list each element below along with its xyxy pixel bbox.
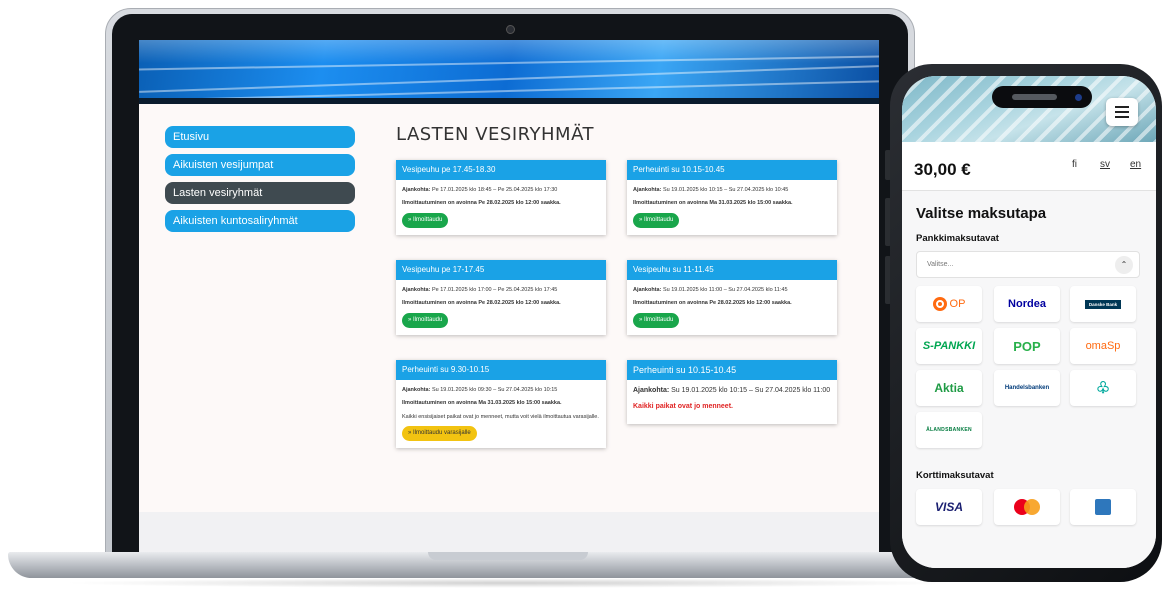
signup-button[interactable]: » Ilmoittaudu	[633, 312, 680, 328]
chevron-up-icon: ⌃	[1115, 256, 1133, 274]
lang-fi[interactable]: fi	[1072, 159, 1077, 170]
screen-bottom-area	[139, 512, 879, 552]
card-title: Vesipeuhu su 11-11.45	[627, 260, 837, 280]
time-label: Ajankohta:	[633, 387, 670, 394]
signup-button[interactable]: » Ilmoittaudu	[402, 212, 449, 228]
time-value: Su 19.01.2025 klo 10:15 – Su 27.04.2025 …	[662, 187, 789, 193]
bank-omasp-label: omaSp	[1085, 340, 1121, 352]
waitlist-note: Kaikki ensisijaiset paikat ovat jo menne…	[402, 413, 599, 420]
signup-info: Ilmoittautuminen on avoinna Pe 28.02.202…	[402, 200, 561, 207]
bank-saastopankki[interactable]: ♧	[1070, 370, 1136, 406]
bank-aktia[interactable]: Aktia	[916, 370, 982, 406]
signup-info: Ilmoittautuminen on avoinna Ma 31.03.202…	[633, 200, 793, 207]
signup-button[interactable]: » Ilmoittaudu	[633, 212, 680, 228]
course-card: Perheuinti su 10.15-10.45 Ajankohta: Su …	[627, 160, 837, 235]
mastercard-logo-icon	[1014, 499, 1040, 515]
time-value: Pe 17.01.2025 klo 17:00 – Pe 25.04.2025 …	[431, 287, 558, 293]
bank-alandsbanken[interactable]: ÅLANDSBANKEN	[916, 412, 982, 448]
page-title: LASTEN VESIRYHMÄT	[396, 124, 594, 145]
signup-info: Ilmoittautuminen on avoinna Ma 31.03.202…	[402, 400, 562, 407]
bank-danske-label: Danske Bank	[1084, 299, 1122, 309]
phone-screen: 30,00 € fi sv en Valitse maksutapa Pankk…	[902, 76, 1156, 568]
laptop-screen: Etusivu Aikuisten vesijumpat Lasten vesi…	[139, 40, 879, 512]
card-visa[interactable]: VISA	[916, 489, 982, 525]
time-value: Su 19.01.2025 klo 09:30 – Su 27.04.2025 …	[431, 387, 558, 393]
signup-info: Ilmoittautuminen on avoinna Pe 28.02.202…	[402, 300, 561, 307]
bank-omasp[interactable]: omaSp	[1070, 328, 1136, 364]
bank-op-label: OP	[949, 298, 966, 310]
nav-item-aikuisten-kuntosaliryhmat[interactable]: Aikuisten kuntosaliryhmät	[165, 210, 355, 232]
bank-nordea[interactable]: Nordea	[994, 286, 1060, 322]
lang-sv[interactable]: sv	[1100, 159, 1110, 170]
bank-op[interactable]: OP	[916, 286, 982, 322]
course-card: Vesipeuhu pe 17-17.45 Ajankohta: Pe 17.0…	[396, 260, 606, 335]
signup-button[interactable]: » Ilmoittaudu	[402, 312, 449, 328]
course-card: Perheuinti su 10.15-10.45 Ajankohta: Su …	[627, 360, 837, 424]
card-title: Perheuinti su 10.15-10.45	[627, 160, 837, 180]
card-title: Perheuinti su 9.30-10.15	[396, 360, 606, 380]
course-card: Vesipeuhu pe 17.45-18.30 Ajankohta: Pe 1…	[396, 160, 606, 235]
bank-select[interactable]: Valitse... ⌃	[916, 251, 1140, 278]
hamburger-menu-icon[interactable]	[1106, 98, 1138, 126]
time-value: Pe 17.01.2025 klo 18:45 – Pe 25.04.2025 …	[431, 187, 558, 193]
laptop-camera	[506, 25, 515, 34]
card-methods-heading: Korttimaksutavat	[916, 470, 994, 481]
time-label: Ajankohta:	[402, 187, 431, 193]
sidebar-nav: Etusivu Aikuisten vesijumpat Lasten vesi…	[165, 126, 355, 238]
time-value: Su 19.01.2025 klo 11:00 – Su 27.04.2025 …	[662, 287, 788, 293]
card-amex[interactable]	[1070, 489, 1136, 525]
nav-item-lasten-vesiryhmat[interactable]: Lasten vesiryhmät	[165, 182, 355, 204]
nav-item-aikuisten-vesijumpat[interactable]: Aikuisten vesijumpat	[165, 154, 355, 176]
amex-logo-icon	[1095, 499, 1111, 515]
full-notice: Kaikki paikat ovat jo menneet.	[633, 402, 733, 410]
time-label: Ajankohta:	[402, 387, 431, 393]
bank-pop[interactable]: POP	[994, 328, 1060, 364]
pool-banner	[139, 40, 879, 102]
card-title: Vesipeuhu pe 17-17.45	[396, 260, 606, 280]
bank-aktia-label: Aktia	[934, 381, 964, 395]
bank-handelsbanken[interactable]: Handelsbanken	[994, 370, 1060, 406]
bank-spankki-label: S-PANKKI	[922, 340, 976, 352]
card-mastercard[interactable]	[994, 489, 1060, 525]
lang-en[interactable]: en	[1130, 159, 1141, 170]
op-logo-icon	[932, 297, 947, 311]
saastopankki-logo-icon: ♧	[1095, 380, 1111, 397]
banner-stripe	[139, 98, 879, 104]
bank-alandsbanken-label: ÅLANDSBANKEN	[926, 427, 972, 433]
bank-spankki[interactable]: S-PANKKI	[916, 328, 982, 364]
bank-nordea-label: Nordea	[1008, 298, 1046, 310]
dynamic-island	[992, 86, 1092, 108]
time-label: Ajankohta:	[633, 287, 662, 293]
course-card: Perheuinti su 9.30-10.15 Ajankohta: Su 1…	[396, 360, 606, 448]
bank-handelsbanken-label: Handelsbanken	[1004, 385, 1050, 391]
time-value: Su 19.01.2025 klo 10:15 – Su 27.04.2025 …	[671, 387, 831, 394]
waitlist-button[interactable]: » Ilmoittaudu varasijalle	[402, 425, 477, 441]
time-label: Ajankohta:	[633, 187, 662, 193]
signup-info: Ilmoittautuminen on avoinna Pe 28.02.202…	[633, 300, 792, 307]
payment-heading: Valitse maksutapa	[916, 205, 1047, 222]
time-label: Ajankohta:	[402, 287, 431, 293]
card-title: Perheuinti su 10.15-10.45	[627, 360, 837, 380]
course-card: Vesipeuhu su 11-11.45 Ajankohta: Su 19.0…	[627, 260, 837, 335]
card-title: Vesipeuhu pe 17.45-18.30	[396, 160, 606, 180]
card-visa-label: VISA	[934, 500, 963, 514]
bank-pop-label: POP	[1013, 338, 1041, 354]
laptop-shadow	[60, 578, 960, 588]
bank-danske[interactable]: Danske Bank	[1070, 286, 1136, 322]
nav-item-etusivu[interactable]: Etusivu	[165, 126, 355, 148]
laptop-notch	[428, 552, 588, 560]
select-placeholder: Valitse...	[927, 261, 954, 268]
bank-methods-heading: Pankkimaksutavat	[916, 233, 999, 244]
payment-amount: 30,00 €	[914, 160, 971, 179]
